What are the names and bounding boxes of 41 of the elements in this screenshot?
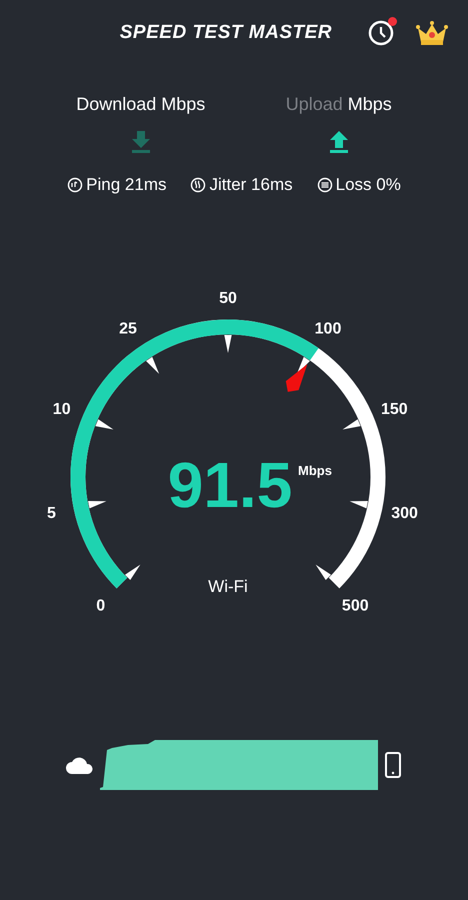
scale-label: 0 xyxy=(96,597,106,614)
tab-unit: Mbps xyxy=(348,94,392,115)
speed-value: 91.5 xyxy=(168,449,292,521)
stat-text: Ping 21ms xyxy=(86,175,166,195)
gauge-tick xyxy=(125,564,140,580)
scale-label: 500 xyxy=(342,597,369,614)
gauge-tick xyxy=(88,501,106,508)
scale-label: 300 xyxy=(391,505,418,522)
scale-label: 5 xyxy=(47,505,56,522)
gauge-tick xyxy=(95,419,114,430)
app-logo: SPEED TEST MASTER xyxy=(120,22,332,44)
gauge-tick xyxy=(224,335,232,353)
cloud-icon xyxy=(66,756,94,774)
scale-label: 50 xyxy=(219,290,237,307)
upload-icon xyxy=(328,129,350,153)
scale-label: 100 xyxy=(314,320,342,338)
phone-icon xyxy=(384,752,402,778)
crown-icon[interactable] xyxy=(416,20,448,46)
gauge-tick xyxy=(146,356,160,374)
jitter-icon xyxy=(190,177,206,193)
gauge-tick xyxy=(316,564,331,580)
tab-label: Upload xyxy=(286,94,343,115)
scale-label: 25 xyxy=(119,320,137,338)
stat-text: Loss 0% xyxy=(336,175,401,195)
scale-label: 10 xyxy=(52,401,71,418)
gauge-tick xyxy=(350,501,368,508)
tab-unit: Mbps xyxy=(161,94,206,115)
download-icon xyxy=(130,129,152,153)
gauge-tick xyxy=(296,356,310,374)
ping-icon xyxy=(67,177,84,193)
gauge-needle xyxy=(286,364,308,392)
history-icon[interactable] xyxy=(368,20,394,46)
stat-text: Jitter 16ms xyxy=(209,175,293,195)
network-label: Wi-Fi xyxy=(208,577,248,596)
scale-label: 150 xyxy=(380,401,408,418)
gauge-tick xyxy=(342,419,361,430)
tab-label: Download xyxy=(76,94,156,115)
loss-icon xyxy=(316,177,333,193)
test-tab[interactable]: Upload Mbps xyxy=(286,94,392,153)
test-tab[interactable]: Download Mbps xyxy=(76,94,206,153)
speed-unit: Mbps xyxy=(298,463,332,478)
